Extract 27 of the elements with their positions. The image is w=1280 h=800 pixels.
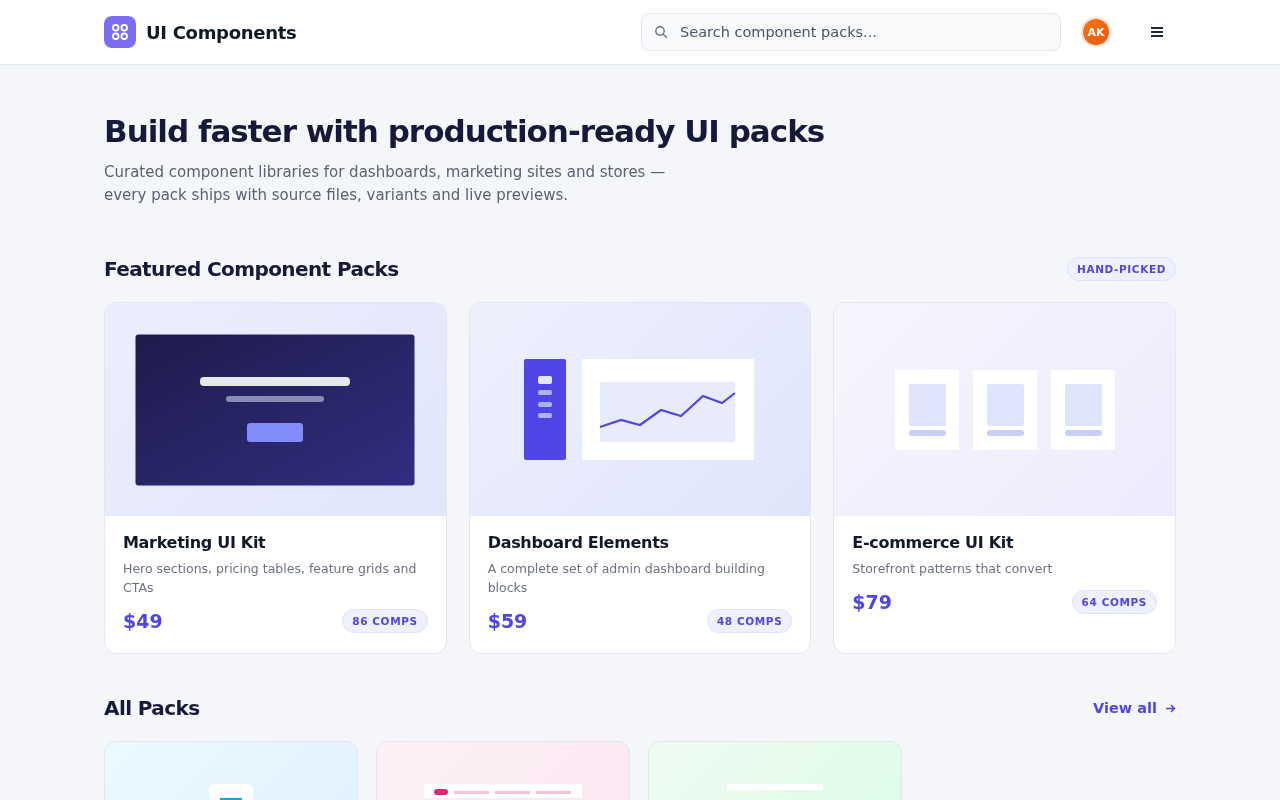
component-count: 86 COMPS [342, 609, 428, 633]
pack-name: E-commerce UI Kit [852, 533, 1015, 552]
logo-icon [104, 16, 136, 48]
brand-name[interactable]: UI Components [146, 21, 297, 43]
page-title: Build faster with production-ready UI packs [104, 113, 826, 149]
pack-name: Dashboard Elements [487, 533, 670, 552]
pack-description: Hero sections, pricing tables, feature grids and CTAs [123, 560, 418, 597]
pack-price: $59 [487, 610, 528, 632]
component-count: 48 COMPS [706, 609, 793, 633]
arrow-right-icon [1165, 702, 1176, 714]
pack-card[interactable]: Dashboard Elements A complete set of admin dashboard building blocks $59 48 COMPS [468, 302, 812, 654]
pack-price: $79 [852, 591, 892, 613]
pack-card[interactable]: Marketing UI Kit Hero sections, pricing tables, feature grids and CTAs $49 86 COMPS [104, 302, 447, 654]
search-field[interactable]: Search component packs... [641, 13, 1061, 51]
pack-name: Marketing UI Kit [123, 533, 267, 552]
section-badge: HAND-PICKED [1067, 257, 1176, 281]
pack-price: $49 [123, 610, 163, 632]
pack-card[interactable]: E-commerce UI Kit Storefront patterns that convert $79 64 COMPS [833, 302, 1176, 654]
section-title: All Packs [104, 696, 200, 720]
pack-description: A complete set of admin dashboard building blocks [487, 560, 766, 597]
view-all-link[interactable]: View all [1093, 700, 1176, 716]
section-title: Featured Component Packs [104, 257, 399, 281]
component-count: 64 COMPS [1071, 590, 1157, 614]
page-subtitle: Curated component libraries for dashboards, marketing sites and stores — every pack ships with source files, variants and live previews. [104, 162, 667, 206]
phone-preview-drawing [209, 784, 253, 800]
menu-icon[interactable] [1150, 26, 1164, 38]
pack-description: Storefront patterns that convert [852, 560, 1054, 578]
